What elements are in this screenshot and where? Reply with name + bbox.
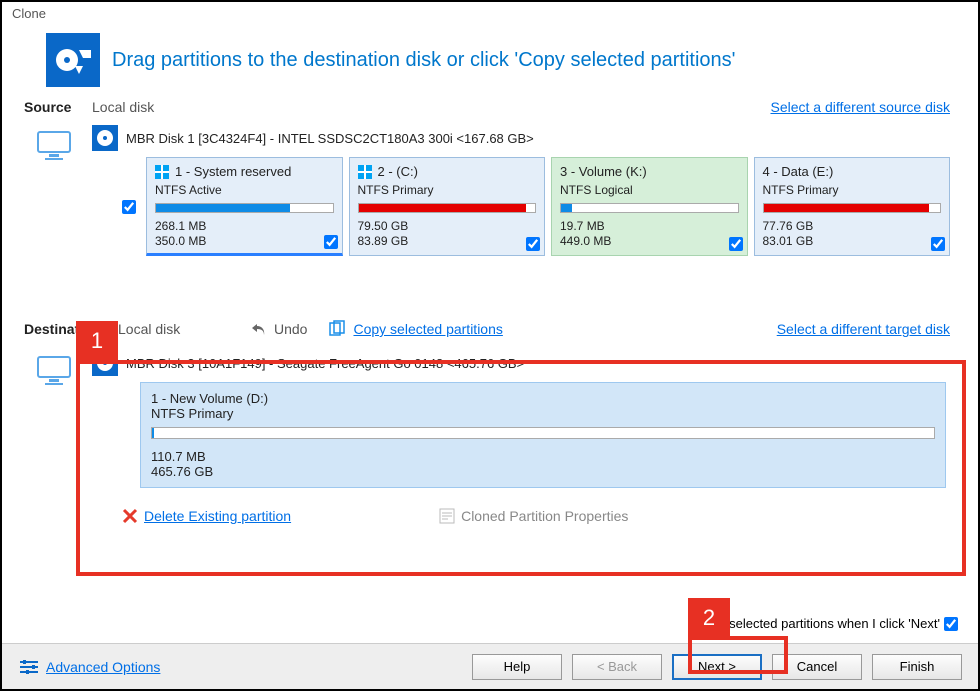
partition-card[interactable]: 2 - (C:) NTFS Primary 79.50 GB83.89 GB — [349, 157, 546, 256]
partition-used: 19.7 MB — [560, 219, 739, 234]
partition-used: 77.76 GB — [763, 219, 942, 234]
window-title: Clone — [2, 2, 978, 25]
disk-icon — [92, 125, 118, 151]
usage-bar — [763, 203, 942, 213]
delete-icon — [122, 508, 138, 524]
partition-total: 449.0 MB — [560, 234, 739, 249]
footer-bar: Advanced Options Help < Back Next > Canc… — [2, 643, 978, 689]
auto-copy-row: Copy selected partitions when I click 'N… — [695, 616, 958, 631]
destination-header: Destination Local disk Undo Copy selecte… — [2, 318, 978, 340]
cancel-button[interactable]: Cancel — [772, 654, 862, 680]
partition-checkbox[interactable] — [324, 235, 338, 249]
select-different-target-link[interactable]: Select a different target disk — [777, 321, 950, 337]
monitor-icon — [37, 356, 71, 386]
source-row: Source Local disk Select a different sou… — [2, 97, 978, 115]
partition-checkbox[interactable] — [526, 237, 540, 251]
partition-title: 4 - Data (E:) — [763, 164, 834, 179]
usage-bar — [151, 427, 935, 439]
properties-icon — [439, 508, 455, 524]
select-all-source-checkbox[interactable] — [122, 200, 136, 214]
sliders-icon — [18, 658, 40, 676]
copy-icon — [329, 320, 347, 338]
callout-2: 2 — [688, 598, 730, 638]
dest-part-used: 110.7 MB — [151, 449, 935, 464]
partition-card[interactable]: 3 - Volume (K:) NTFS Logical 19.7 MB449.… — [551, 157, 748, 256]
copy-selected-button[interactable]: Copy selected partitions — [329, 320, 502, 338]
source-partitions: 1 - System reserved NTFS Active 268.1 MB… — [92, 157, 950, 256]
usage-bar — [560, 203, 739, 213]
partition-fs: NTFS Primary — [358, 183, 537, 197]
destination-disk-label: MBR Disk 3 [10A1F149] - Seagate FreeAgen… — [126, 356, 524, 371]
callout-1: 1 — [76, 321, 118, 361]
partition-title: 3 - Volume (K:) — [560, 164, 647, 179]
source-label: Source — [24, 99, 80, 115]
auto-copy-label: Copy selected partitions when I click 'N… — [695, 616, 940, 631]
partition-fs: NTFS Primary — [763, 183, 942, 197]
advanced-options-link[interactable]: Advanced Options — [18, 658, 160, 676]
usage-bar — [358, 203, 537, 213]
usage-bar — [155, 203, 334, 213]
headline: Drag partitions to the destination disk … — [112, 49, 736, 72]
dest-part-total: 465.76 GB — [151, 464, 935, 479]
next-button[interactable]: Next > — [672, 654, 762, 680]
partition-title: 1 - System reserved — [175, 164, 291, 179]
partition-total: 83.01 GB — [763, 234, 942, 249]
auto-copy-checkbox[interactable] — [944, 617, 958, 631]
partition-used: 268.1 MB — [155, 219, 334, 234]
partition-fs: NTFS Logical — [560, 183, 739, 197]
clone-header: Drag partitions to the destination disk … — [2, 25, 978, 97]
dest-part-fs: NTFS Primary — [151, 406, 935, 421]
partition-title: 2 - (C:) — [378, 164, 418, 179]
undo-label: Undo — [274, 321, 307, 337]
partition-card[interactable]: 4 - Data (E:) NTFS Primary 77.76 GB83.01… — [754, 157, 951, 256]
advanced-options-label: Advanced Options — [46, 659, 160, 675]
destination-disk-row: MBR Disk 3 [10A1F149] - Seagate FreeAgen… — [2, 340, 978, 494]
partition-fs: NTFS Active — [155, 183, 334, 197]
undo-button[interactable]: Undo — [250, 321, 307, 337]
dest-part-title: 1 - New Volume (D:) — [151, 391, 935, 406]
source-disk-row: MBR Disk 1 [3C4324F4] - INTEL SSDSC2CT18… — [2, 115, 978, 262]
finish-button[interactable]: Finish — [872, 654, 962, 680]
clone-icon — [46, 33, 100, 87]
destination-actions: Delete Existing partition Cloned Partiti… — [2, 494, 978, 524]
partition-card[interactable]: 1 - System reserved NTFS Active 268.1 MB… — [146, 157, 343, 256]
partition-checkbox[interactable] — [729, 237, 743, 251]
monitor-icon — [37, 131, 71, 161]
destination-partition[interactable]: 1 - New Volume (D:) NTFS Primary 110.7 M… — [140, 382, 946, 488]
help-button[interactable]: Help — [472, 654, 562, 680]
partition-total: 83.89 GB — [358, 234, 537, 249]
undo-icon — [250, 321, 268, 337]
partition-checkbox[interactable] — [931, 237, 945, 251]
delete-existing-label: Delete Existing partition — [144, 508, 291, 524]
partition-total: 350.0 MB — [155, 234, 334, 249]
select-different-source-link[interactable]: Select a different source disk — [770, 99, 950, 115]
windows-icon — [358, 165, 372, 179]
source-sub: Local disk — [92, 99, 154, 115]
back-button: < Back — [572, 654, 662, 680]
partition-used: 79.50 GB — [358, 219, 537, 234]
source-disk-label: MBR Disk 1 [3C4324F4] - INTEL SSDSC2CT18… — [126, 131, 534, 146]
windows-icon — [155, 165, 169, 179]
cloned-props-button: Cloned Partition Properties — [439, 508, 628, 524]
cloned-props-label: Cloned Partition Properties — [461, 508, 628, 524]
destination-sub: Local disk — [118, 321, 228, 337]
delete-existing-button[interactable]: Delete Existing partition — [122, 508, 291, 524]
copy-selected-label: Copy selected partitions — [353, 321, 502, 337]
